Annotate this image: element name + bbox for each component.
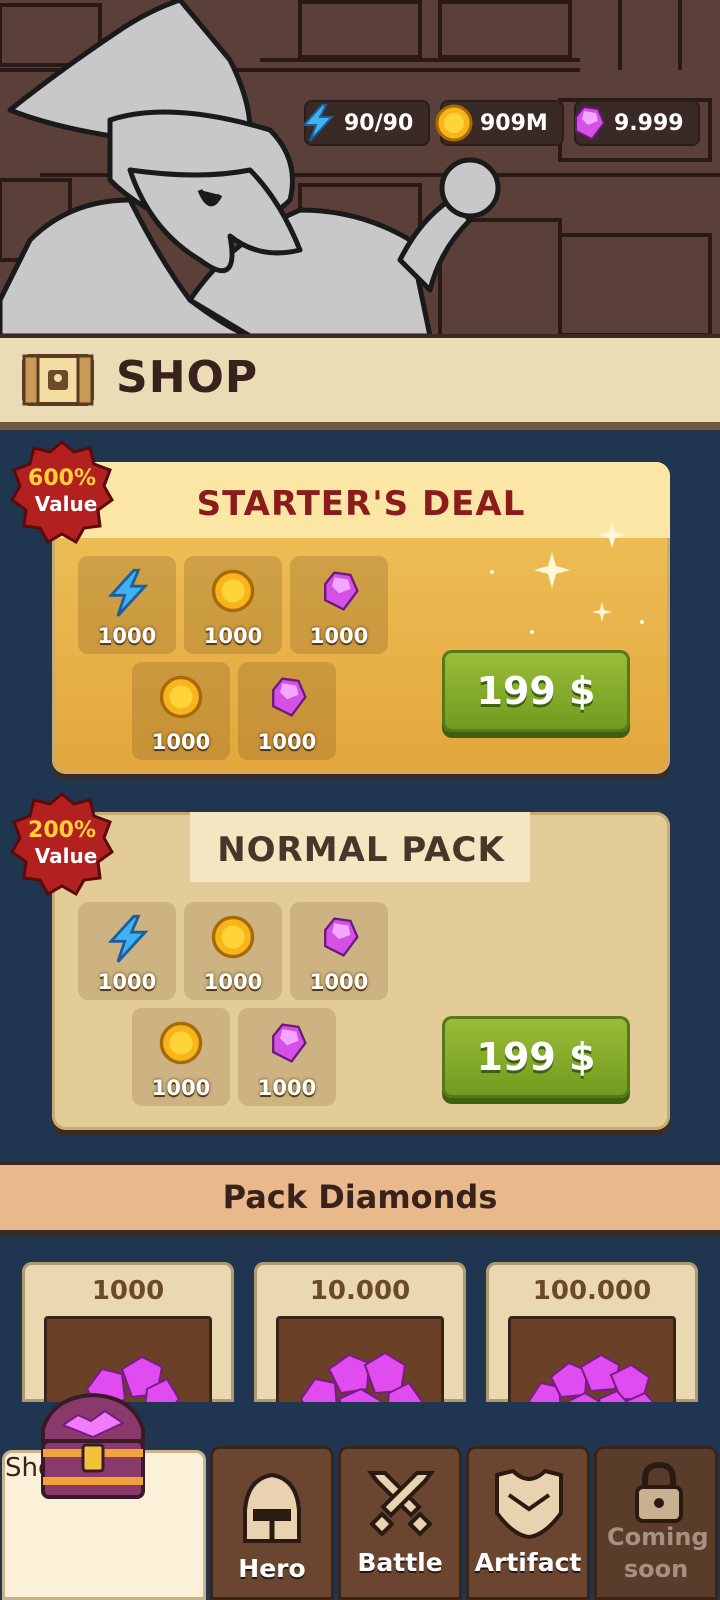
- starter-deal-card: STARTER'S DEAL 1000 1000 1000 1000 1000 …: [52, 462, 670, 774]
- coin-icon: [435, 104, 473, 142]
- badge-label: Value: [34, 492, 98, 516]
- badge-percent: 200%: [28, 818, 96, 843]
- page-title: SHOP: [116, 352, 259, 403]
- chest-icon: [22, 354, 94, 406]
- tab-label: Coming soon: [607, 1523, 709, 1583]
- gold-counter: 909M: [435, 100, 564, 146]
- gem-icon: [324, 571, 359, 611]
- normal-pack-title: NORMAL PACK: [217, 830, 505, 870]
- reward-qty: 1000: [309, 970, 369, 994]
- diamond-pack-amount: 100.000: [532, 1276, 652, 1306]
- starter-deal-buy-button[interactable]: 199 $: [442, 650, 630, 732]
- energy-counter: 90/90: [301, 100, 430, 146]
- normal-pack-buy-button[interactable]: 199 $: [442, 1016, 630, 1098]
- gem-icon: [272, 677, 307, 717]
- tab-shop[interactable]: Shop: [2, 1392, 206, 1600]
- reward-qty: 1000: [203, 624, 263, 648]
- tab-coming-soon[interactable]: Coming soon: [594, 1446, 718, 1600]
- coin-icon: [159, 675, 203, 719]
- reward-qty: 1000: [97, 970, 157, 994]
- reward-item: 1000: [184, 556, 282, 654]
- gold-value: 909M: [480, 110, 548, 136]
- reward-item: 1000: [78, 902, 176, 1000]
- reward-qty: 1000: [151, 1076, 211, 1100]
- pack-diamonds-title: Pack Diamonds: [222, 1178, 498, 1216]
- diamond-pack-card[interactable]: 10.000: [254, 1262, 466, 1402]
- tab-hero[interactable]: Hero: [210, 1446, 334, 1600]
- helmet-icon: [243, 1472, 301, 1543]
- gem-counter: 9.999: [574, 100, 700, 146]
- reward-qty: 1000: [151, 730, 211, 754]
- tab-artifact[interactable]: Artifact: [466, 1446, 590, 1600]
- lightning-icon: [107, 568, 149, 617]
- reward-item: 1000: [78, 556, 176, 654]
- coin-icon: [211, 569, 255, 613]
- gem-icon: [324, 917, 359, 957]
- energy-value: 90/90: [344, 110, 414, 136]
- tab-label: Artifact: [474, 1548, 582, 1577]
- treasure-chest-icon: [41, 1392, 145, 1499]
- reward-item: 1000: [184, 902, 282, 1000]
- armor-icon: [495, 1469, 563, 1539]
- reward-item: 1000: [132, 1008, 230, 1106]
- reward-qty: 1000: [203, 970, 263, 994]
- sparkle-decoration: [490, 522, 644, 634]
- gem-pile-icon: [299, 1351, 424, 1402]
- coin-icon: [211, 915, 255, 959]
- diamond-pack-amount: 10.000: [309, 1276, 411, 1306]
- diamond-pack-card[interactable]: 1000: [22, 1262, 234, 1402]
- gem-icon: [575, 105, 606, 141]
- reward-qty: 1000: [257, 730, 317, 754]
- normal-pack-card: NORMAL PACK 1000 1000 1000 1000 1000 199…: [52, 812, 670, 1130]
- hero-banner: [0, 0, 720, 336]
- gem-pile-icon: [527, 1353, 655, 1402]
- shop-header: [0, 334, 720, 430]
- crossed-swords-icon: [367, 1471, 435, 1537]
- reward-item: 1000: [290, 902, 388, 1000]
- tab-label: Hero: [238, 1554, 306, 1583]
- reward-qty: 1000: [309, 624, 369, 648]
- reward-item: 1000: [132, 662, 230, 760]
- lightning-icon: [107, 914, 149, 963]
- reward-qty: 1000: [257, 1076, 317, 1100]
- starter-deal-title: STARTER'S DEAL: [196, 484, 526, 524]
- wizard-illustration: [0, 0, 720, 336]
- diamond-pack-amount: 1000: [91, 1276, 165, 1306]
- diamond-pack-image: [508, 1316, 676, 1402]
- reward-qty: 1000: [97, 624, 157, 648]
- lightning-icon: [301, 104, 335, 142]
- tab-battle[interactable]: Battle: [338, 1446, 462, 1600]
- gem-value: 9.999: [614, 110, 684, 136]
- lock-icon: [635, 1461, 683, 1523]
- gem-icon: [272, 1023, 307, 1063]
- reward-item: 1000: [238, 662, 336, 760]
- badge-percent: 600%: [28, 466, 96, 491]
- tab-label: Battle: [357, 1548, 443, 1577]
- diamond-pack-image: [276, 1316, 444, 1402]
- reward-item: 1000: [290, 556, 388, 654]
- coin-icon: [159, 1021, 203, 1065]
- badge-label: Value: [34, 844, 98, 868]
- diamond-pack-card[interactable]: 100.000: [486, 1262, 698, 1402]
- reward-item: 1000: [238, 1008, 336, 1106]
